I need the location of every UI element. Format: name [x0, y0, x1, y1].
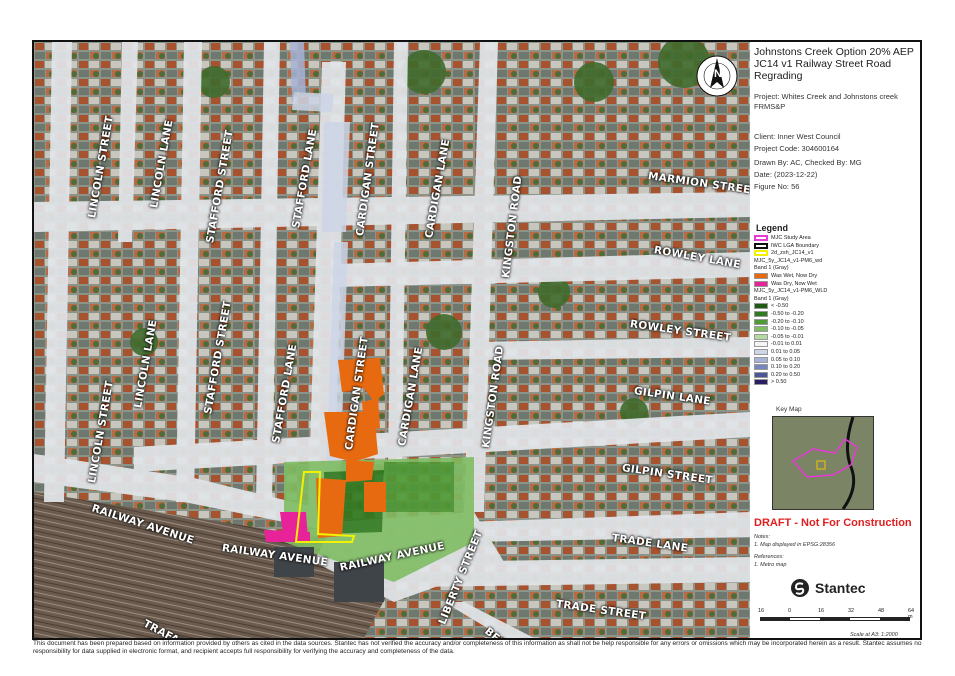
legend-swatch: [754, 250, 768, 257]
legend-swatch: [754, 318, 768, 325]
legend-item: -0.05 to -0.01: [754, 333, 804, 341]
legend-label: -0.20 to -0.10: [771, 318, 804, 325]
logo-text: Stantec: [815, 580, 866, 596]
date-text: Date: (2023-12-22): [754, 170, 818, 179]
legend-item: -0.20 to -0.10: [754, 318, 804, 326]
legend-item: 0.01 to 0.05: [754, 349, 800, 356]
legend-label: -0.10 to -0.05: [771, 326, 804, 333]
legend-item: MJC Study Area: [754, 235, 811, 242]
notes-title: Notes:: [754, 534, 770, 540]
notes-text: 1. Map displayed in EPSG:28356: [754, 542, 836, 548]
project-text: Project: Whites Creek and Johnstons cree…: [754, 92, 898, 111]
figure-no-text: Figure No: 56: [754, 182, 800, 191]
legend-label: MJC_5y_JC14_v1-PM6_wd: [754, 257, 823, 264]
legend-label: 0.10 to 0.20: [771, 364, 801, 371]
legend-label: < -0.50: [771, 303, 789, 310]
client-text: Client: Inner West Council: [754, 132, 841, 141]
legend-item: 0.05 to 0.10: [754, 356, 801, 364]
info-panel: Johnstons Creek Option 20% AEP JC14 v1 R…: [750, 40, 922, 640]
scale-tick-label: 16: [758, 608, 765, 614]
legend-swatch: [754, 379, 768, 386]
legend-label: 0.01 to 0.05: [771, 349, 801, 355]
legend-swatch: [754, 371, 768, 378]
key-map[interactable]: [772, 416, 874, 510]
legend-swatch: [754, 273, 768, 279]
map-title: Johnstons Creek Option 20% AEP JC14 v1 R…: [754, 46, 914, 82]
legend-item: 0.20 to 0.50: [754, 371, 801, 379]
legend-label: Band 1 (Gray): [754, 295, 789, 302]
legend-item: -0.01 to 0.01: [754, 341, 802, 348]
map-canvas[interactable]: [34, 42, 750, 638]
legend-swatch: [754, 303, 768, 310]
key-map-label: Key Map: [776, 406, 802, 413]
legend-swatch: [754, 311, 768, 317]
legend-label: -0.05 to -0.01: [771, 333, 804, 340]
legend-label: IWC LGA Boundary: [771, 242, 819, 249]
disclaimer-text: This document has been prepared based on…: [33, 640, 922, 655]
legend-label: Was Dry, Now Wet: [771, 280, 817, 287]
legend-title: Legend: [756, 223, 789, 233]
legend-swatch: [754, 242, 768, 249]
scale-bar: 16 0 16 32 48 64 m: [758, 608, 914, 628]
legend-swatch: [754, 341, 768, 348]
legend-label: -0.50 to -0.20: [771, 311, 804, 317]
legend-item: > 0.50: [754, 379, 786, 386]
legend-label: -0.01 to 0.01: [771, 341, 802, 348]
stantec-logo-icon: [791, 579, 809, 597]
legend-item: 2d_zsh_JC14_v1: [754, 250, 814, 257]
legend-item: -0.10 to -0.05: [754, 326, 804, 333]
legend-label: 0.20 to 0.50: [771, 371, 801, 378]
legend-label: MJC Study Area: [771, 235, 811, 241]
legend-item: MJC_5y_JC14_v1-PM6_wd: [754, 258, 822, 265]
scale-tick-label: 48: [878, 608, 885, 614]
drawn-by-text: Drawn By: AC, Checked By: MG: [754, 158, 862, 167]
legend-item: 0.10 to 0.20: [754, 364, 800, 371]
legend-swatch: [754, 280, 768, 287]
legend-label: Band 1 (Gray): [754, 265, 789, 272]
legend-label: Was Wet, Now Dry: [771, 273, 818, 279]
legend-item: Band 1 (Gray): [754, 296, 789, 303]
legend-label: MJC_5y_JC14_v1-PM6_WLD: [754, 288, 828, 295]
legend-label: > 0.50: [771, 379, 787, 386]
legend-swatch: [754, 326, 768, 333]
map-frame[interactable]: N LINCOLN STREET LINCOLN LANE STAFFORD STR…: [32, 40, 752, 640]
legend-swatch: [754, 349, 768, 355]
legend-swatch: [754, 333, 768, 340]
legend-label: 0.05 to 0.10: [771, 356, 801, 363]
scale-tick-label: 32: [848, 608, 855, 614]
legend-swatch: [754, 235, 768, 241]
legend-swatch: [754, 364, 768, 371]
legend-item: -0.50 to -0.20: [754, 311, 804, 318]
legend-item: IWC LGA Boundary: [754, 242, 819, 250]
project-code-text: Project Code: 304600164: [754, 144, 840, 153]
north-label: N: [714, 68, 722, 80]
legend-item: Was Dry, Now Wet: [754, 280, 817, 288]
legend-item: MJC_5y_JC14_v1-PM6_WLD: [754, 288, 827, 295]
scale-tick-label: 16: [818, 608, 825, 614]
references-text: 1. Metro map: [754, 562, 787, 568]
legend-swatch: [754, 356, 768, 363]
legend-item: < -0.50: [754, 303, 788, 310]
legend-item: Band 1 (Gray): [754, 265, 789, 272]
references-title: References:: [754, 554, 784, 560]
scale-tick-label: 0: [788, 608, 792, 614]
legend-label: 2d_zsh_JC14_v1: [771, 250, 814, 257]
scale-text: Scale at A3: 1:2000: [850, 632, 898, 638]
legend-item: Was Wet, Now Dry: [754, 273, 817, 280]
draft-notice: DRAFT - Not For Construction: [754, 517, 912, 529]
stantec-logo: Stantec: [790, 578, 866, 598]
